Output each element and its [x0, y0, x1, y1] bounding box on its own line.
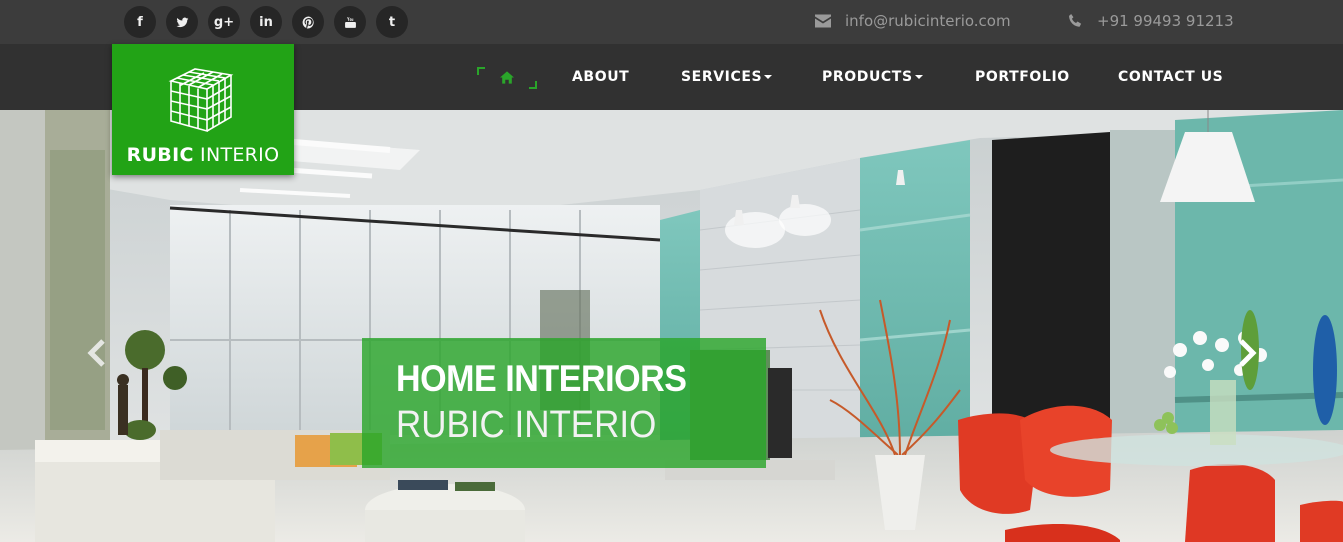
- nav-item-services[interactable]: SERVICES: [681, 69, 773, 85]
- caret-down-icon: [914, 75, 923, 79]
- linkedin-icon[interactable]: in: [250, 6, 282, 38]
- phone-text: +91 99493 91213: [1097, 12, 1234, 30]
- phone-contact[interactable]: +91 99493 91213: [1067, 12, 1234, 30]
- nav-item-contact-us[interactable]: CONTACT US: [1118, 69, 1223, 85]
- site-logo[interactable]: RUBIC INTERIO: [112, 44, 294, 175]
- nav-item-label: PRODUCTS: [822, 69, 913, 85]
- chevron-left-icon: [87, 339, 105, 367]
- email-text: info@rubicinterio.com: [845, 12, 1011, 30]
- phone-icon: [1069, 14, 1082, 27]
- logo-name-bold: RUBIC: [126, 144, 194, 166]
- chevron-right-icon: [1239, 339, 1257, 367]
- facebook-icon[interactable]: f: [124, 6, 156, 38]
- home-icon: [500, 71, 514, 84]
- email-contact[interactable]: info@rubicinterio.com: [815, 12, 1011, 30]
- nav-item-products[interactable]: PRODUCTS: [822, 69, 923, 85]
- hero-caption: HOME INTERIORS RUBIC INTERIO: [362, 338, 766, 468]
- corner-bracket: [529, 81, 537, 89]
- social-links: f g+ in t: [124, 6, 408, 38]
- slider-prev-button[interactable]: [86, 338, 108, 368]
- tumblr-icon[interactable]: t: [376, 6, 408, 38]
- envelope-icon: [815, 14, 831, 28]
- nav-home[interactable]: [477, 67, 537, 89]
- nav-item-label: SERVICES: [681, 69, 763, 85]
- logo-wordmark: RUBIC INTERIO: [112, 144, 294, 166]
- corner-bracket: [477, 67, 485, 75]
- nav-item-about[interactable]: ABOUT: [572, 69, 629, 85]
- caret-down-icon: [764, 75, 773, 79]
- youtube-icon[interactable]: [334, 6, 366, 38]
- top-bar: f g+ in t info@rubicinterio.com +91 9949…: [0, 0, 1343, 44]
- slider-next-button[interactable]: [1236, 338, 1258, 368]
- google-plus-icon[interactable]: g+: [208, 6, 240, 38]
- hero-subtitle: RUBIC INTERIO: [396, 404, 657, 446]
- nav-item-portfolio[interactable]: PORTFOLIO: [975, 69, 1070, 85]
- logo-name-light: INTERIO: [200, 144, 280, 166]
- hero-title: HOME INTERIORS: [396, 358, 687, 399]
- cube-grid-icon: [168, 68, 234, 133]
- pinterest-icon[interactable]: [292, 6, 324, 38]
- twitter-icon[interactable]: [166, 6, 198, 38]
